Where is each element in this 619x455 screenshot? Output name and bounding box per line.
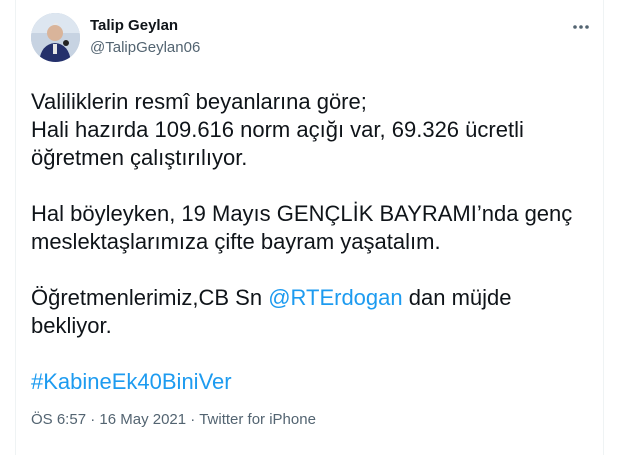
tweet-line: Valiliklerin resmî beyanlarına göre; [31, 89, 367, 114]
tweet-line: meslektaşlarımıza çifte bayram yaşatalım… [31, 229, 441, 254]
tweet-line: Öğretmenlerimiz,CB Sn @RTErdogan dan müj… [31, 284, 591, 312]
more-options-button[interactable] [568, 17, 594, 37]
author-name[interactable]: Talip Geylan [90, 17, 178, 34]
tweet-line: bekliyor. [31, 313, 112, 338]
tweet-date[interactable]: 16 May 2021 [99, 411, 186, 428]
tweet-time[interactable]: ÖS 6:57 [31, 411, 86, 428]
author-handle[interactable]: @TalipGeylan06 [90, 39, 200, 56]
tweet-card: Talip Geylan @TalipGeylan06 Valiliklerin… [15, 0, 604, 455]
hashtag-link[interactable]: #KabineEk40BiniVer [31, 369, 232, 394]
avatar-image [31, 13, 80, 62]
tweet-line: Hal böyleyken, 19 Mayıs GENÇLİK BAYRAMI’… [31, 201, 573, 226]
tweet-text-segment: Öğretmenlerimiz,CB Sn [31, 285, 269, 310]
tweet-metadata: ÖS 6:57 · 16 May 2021 · Twitter for iPho… [31, 411, 316, 428]
tweet-source[interactable]: Twitter for iPhone [199, 411, 316, 428]
mention-link[interactable]: @RTErdogan [268, 285, 402, 310]
tweet-text-segment: dan müjde [402, 285, 512, 310]
separator: · [86, 411, 100, 428]
tweet-line: Hali hazırda 109.616 norm açığı var, 69.… [31, 117, 524, 142]
separator: · [186, 411, 200, 428]
tweet-line: #KabineEk40BiniVer [31, 368, 591, 396]
avatar[interactable] [31, 13, 80, 62]
more-horizontal-icon [573, 25, 589, 29]
tweet-text: Valiliklerin resmî beyanlarına göre; Hal… [31, 88, 591, 396]
tweet-line: öğretmen çalıştırılıyor. [31, 145, 248, 170]
